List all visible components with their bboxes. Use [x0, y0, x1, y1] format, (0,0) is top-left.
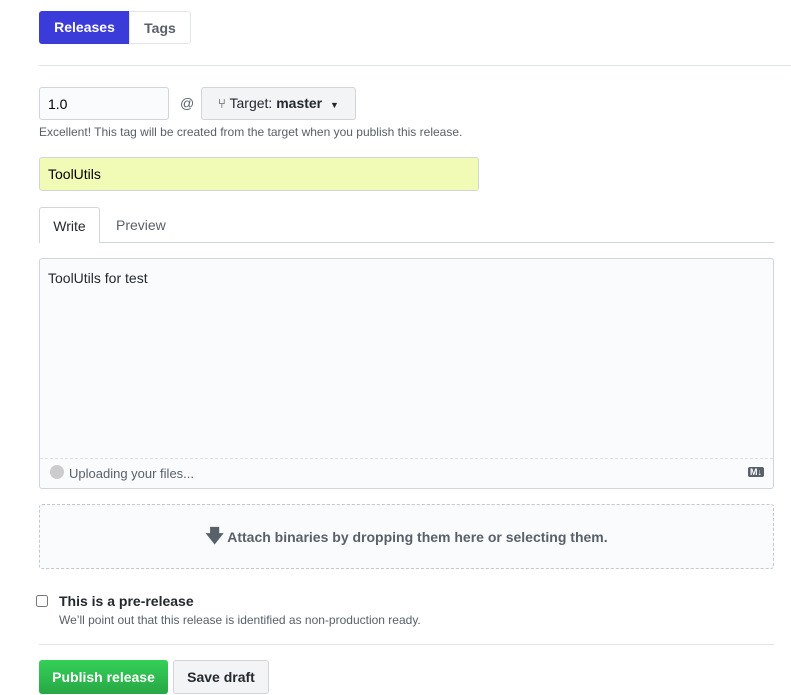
target-branch-button[interactable]: ⑂ Target: master ▼	[201, 87, 356, 120]
arrow-down-icon: 🡇	[205, 526, 224, 546]
prerelease-note: We’ll point out that this release is ide…	[59, 613, 421, 627]
description-editor[interactable]: ToolUtils for test Uploading your files.…	[39, 258, 774, 489]
releases-tab[interactable]: Releases	[39, 11, 130, 44]
caret-down-icon: ▼	[330, 100, 339, 110]
prerelease-label[interactable]: This is a pre-release	[59, 593, 194, 609]
target-branch: master	[276, 95, 323, 111]
tag-help-text: Excellent! This tag will be created from…	[39, 125, 463, 139]
tag-version-input[interactable]	[39, 87, 169, 120]
at-sign: @	[180, 95, 195, 111]
divider	[39, 644, 774, 645]
divider	[39, 65, 791, 66]
description-textarea[interactable]: ToolUtils for test	[48, 270, 148, 286]
github-icon	[50, 465, 64, 479]
tags-tab[interactable]: Tags	[129, 11, 191, 44]
release-title-input[interactable]	[39, 157, 479, 191]
target-label: Target:	[229, 95, 273, 111]
publish-release-button[interactable]: Publish release	[39, 660, 168, 694]
attach-text: Attach binaries by dropping them here or…	[227, 529, 608, 545]
upload-status: Uploading your files...	[69, 466, 195, 481]
save-draft-button[interactable]: Save draft	[173, 660, 269, 694]
preview-tab[interactable]: Preview	[116, 207, 166, 243]
attach-binaries-dropzone[interactable]: 🡇 Attach binaries by dropping them here …	[39, 504, 774, 569]
prerelease-checkbox[interactable]	[36, 595, 48, 607]
write-tab[interactable]: Write	[39, 207, 100, 243]
branch-icon: ⑂	[218, 96, 226, 111]
upload-bar	[40, 458, 773, 459]
markdown-icon: M↓	[748, 467, 764, 477]
